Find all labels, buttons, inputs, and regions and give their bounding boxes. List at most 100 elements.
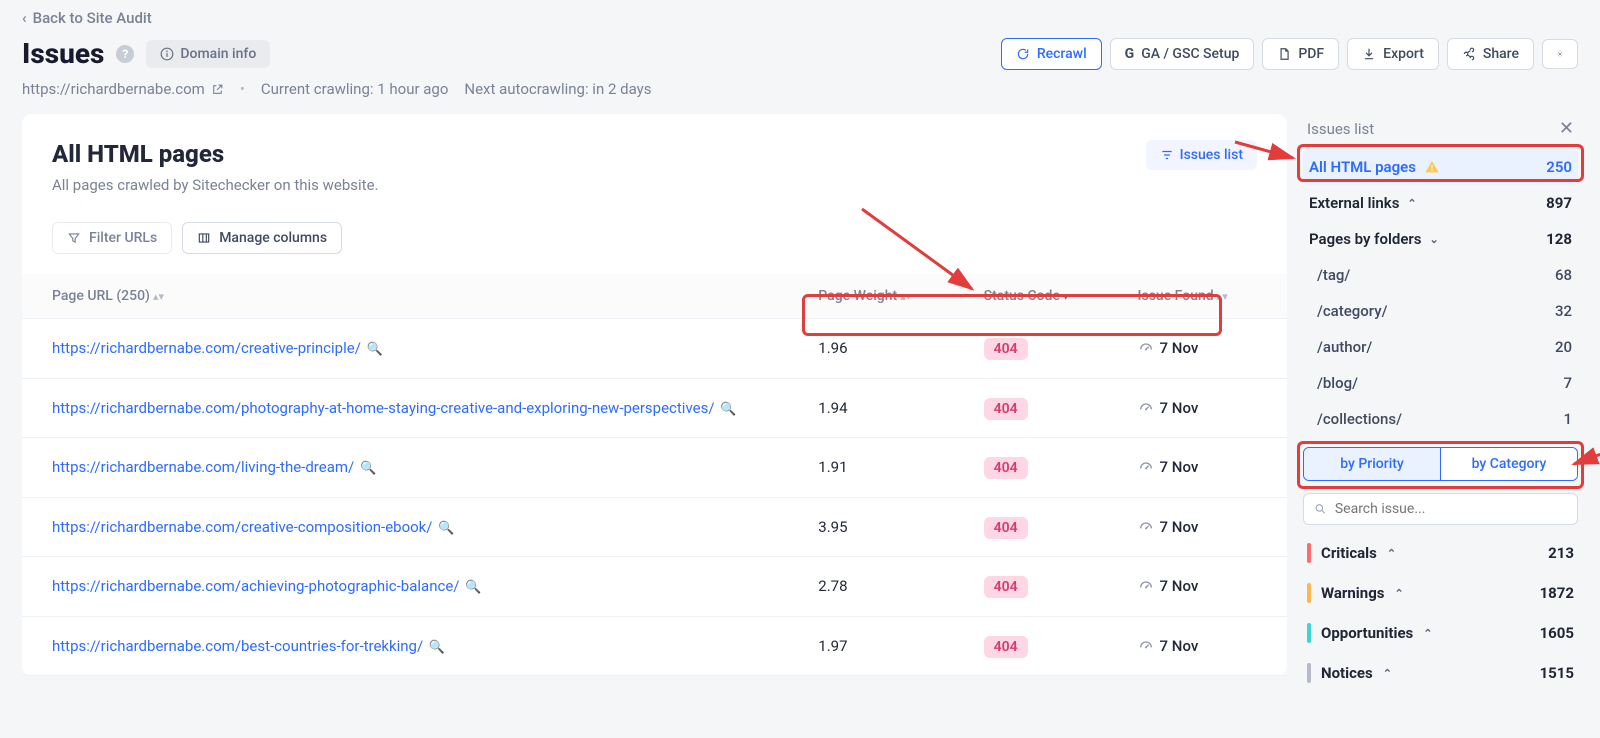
panel-subtitle: All pages crawled by Sitechecker on this… [52, 176, 378, 194]
google-icon: G [1125, 46, 1135, 62]
search-icon[interactable]: 🔍 [429, 640, 445, 655]
close-icon[interactable]: ✕ [1559, 118, 1574, 139]
pdf-button[interactable]: PDF [1262, 38, 1339, 70]
status-badge: 404 [984, 517, 1028, 539]
col-weight-header[interactable]: Page Weight▴▾ [806, 274, 971, 319]
issue-date: 7 Nov [1160, 518, 1199, 536]
ga-gsc-button[interactable]: G GA / GSC Setup [1110, 38, 1255, 70]
page-url-link[interactable]: https://richardbernabe.com/creative-prin… [52, 339, 361, 357]
chevron-up-icon: ⌃ [1394, 587, 1403, 600]
info-icon [160, 47, 174, 61]
export-button[interactable]: Export [1347, 38, 1439, 70]
issues-list-button[interactable]: Issues list [1146, 140, 1257, 170]
page-weight-cell: 3.95 [806, 497, 971, 557]
severity-row[interactable]: Opportunities⌃1605 [1303, 613, 1578, 653]
table-row[interactable]: https://richardbernabe.com/creative-comp… [22, 497, 1287, 557]
page-weight-cell: 1.91 [806, 438, 971, 498]
page-url-link[interactable]: https://richardbernabe.com/achieving-pho… [52, 577, 459, 595]
side-panel: Issues list ✕ All HTML pages 250 Externa… [1303, 114, 1578, 693]
severity-row[interactable]: Warnings⌃1872 [1303, 573, 1578, 613]
col-issue-header[interactable]: Issue Found▴▾ [1126, 274, 1287, 319]
issue-date: 7 Nov [1160, 637, 1199, 655]
sort-icon: ▴▾ [153, 294, 164, 299]
search-icon[interactable]: 🔍 [720, 402, 736, 417]
side-all-html[interactable]: All HTML pages 250 [1303, 149, 1578, 185]
settings-button[interactable] [1542, 39, 1578, 69]
severity-bar [1307, 543, 1311, 563]
share-button[interactable]: Share [1447, 38, 1534, 70]
manage-columns-button[interactable]: Manage columns [182, 222, 342, 254]
col-url-header[interactable]: Page URL (250)▴▾ [22, 274, 806, 319]
page-weight-cell: 1.96 [806, 319, 971, 379]
table-row[interactable]: https://richardbernabe.com/photography-a… [22, 378, 1287, 438]
page-url-link[interactable]: https://richardbernabe.com/creative-comp… [52, 518, 432, 536]
side-external-links[interactable]: External links⌃ 897 [1303, 185, 1578, 221]
status-badge: 404 [984, 338, 1028, 360]
separator-dot: • [240, 80, 245, 98]
domain-info-label: Domain info [180, 46, 256, 62]
warning-icon [1424, 159, 1440, 175]
table-row[interactable]: https://richardbernabe.com/living-the-dr… [22, 438, 1287, 498]
filter-urls-button[interactable]: Filter URLs [52, 222, 172, 254]
filter-icon [1160, 148, 1174, 162]
issue-date: 7 Nov [1160, 577, 1199, 595]
domain-info-button[interactable]: Domain info [146, 40, 270, 68]
severity-bar [1307, 623, 1311, 643]
page-weight-cell: 2.78 [806, 557, 971, 617]
seg-by-category[interactable]: by Category [1440, 448, 1577, 480]
page-url-link[interactable]: https://richardbernabe.com/best-countrie… [52, 637, 423, 655]
sort-icon: ▴▾ [1217, 294, 1228, 299]
folder-row[interactable]: /blog/7 [1311, 365, 1578, 401]
seg-by-priority[interactable]: by Priority [1304, 448, 1440, 480]
search-issue-input[interactable] [1303, 493, 1578, 525]
search-icon[interactable]: 🔍 [360, 461, 376, 476]
status-badge: 404 [984, 636, 1028, 658]
issue-date: 7 Nov [1160, 458, 1199, 476]
chevron-up-icon: ⌃ [1387, 547, 1396, 560]
status-badge: 404 [984, 576, 1028, 598]
page-header: Issues ? Domain info Recrawl G GA / GSC … [22, 37, 1578, 70]
recrawl-button[interactable]: Recrawl [1001, 38, 1102, 70]
status-badge: 404 [984, 457, 1028, 479]
crawl-status: Current crawling: 1 hour ago [261, 80, 449, 98]
severity-row[interactable]: Criticals⌃213 [1303, 533, 1578, 573]
col-status-header[interactable]: Status Code▾ [972, 274, 1126, 319]
gear-icon [1557, 47, 1563, 61]
external-link-icon [211, 83, 224, 96]
table-row[interactable]: https://richardbernabe.com/best-countrie… [22, 616, 1287, 676]
page-weight-cell: 1.97 [806, 616, 971, 676]
folder-row[interactable]: /category/32 [1311, 293, 1578, 329]
side-pages-by-folders[interactable]: Pages by folders⌄ 128 [1303, 221, 1578, 257]
help-icon[interactable]: ? [116, 45, 134, 63]
refresh-icon [1016, 47, 1030, 61]
back-link-label: Back to Site Audit [33, 9, 152, 27]
search-icon[interactable]: 🔍 [367, 342, 383, 357]
filter-segment: by Priority by Category [1303, 447, 1578, 481]
page-weight-cell: 1.94 [806, 378, 971, 438]
chevron-up-icon: ⌃ [1383, 667, 1392, 680]
search-icon [1314, 502, 1327, 516]
issue-date: 7 Nov [1160, 399, 1199, 417]
page-url-link[interactable]: https://richardbernabe.com/living-the-dr… [52, 458, 354, 476]
pdf-icon [1277, 47, 1291, 61]
folder-row[interactable]: /collections/1 [1311, 401, 1578, 437]
sort-icon: ▴▾ [900, 294, 911, 299]
status-badge: 404 [984, 398, 1028, 420]
gauge-icon [1138, 638, 1154, 654]
page-url-link[interactable]: https://richardbernabe.com/photography-a… [52, 399, 715, 417]
search-icon[interactable]: 🔍 [465, 580, 481, 595]
site-url-link[interactable]: https://richardbernabe.com [22, 80, 224, 98]
folder-row[interactable]: /author/20 [1311, 329, 1578, 365]
search-issue-field[interactable] [1335, 501, 1567, 517]
table-row[interactable]: https://richardbernabe.com/achieving-pho… [22, 557, 1287, 617]
folder-row[interactable]: /tag/68 [1311, 257, 1578, 293]
severity-row[interactable]: Notices⌃1515 [1303, 653, 1578, 693]
gauge-icon [1138, 400, 1154, 416]
chevron-down-icon: ⌄ [1430, 233, 1439, 246]
panel-title: All HTML pages [52, 140, 378, 168]
search-icon[interactable]: 🔍 [438, 521, 454, 536]
chevron-down-icon: ▾ [1063, 294, 1069, 299]
table-row[interactable]: https://richardbernabe.com/creative-prin… [22, 319, 1287, 379]
gauge-icon [1138, 459, 1154, 475]
back-link[interactable]: ‹ Back to Site Audit [22, 9, 152, 27]
